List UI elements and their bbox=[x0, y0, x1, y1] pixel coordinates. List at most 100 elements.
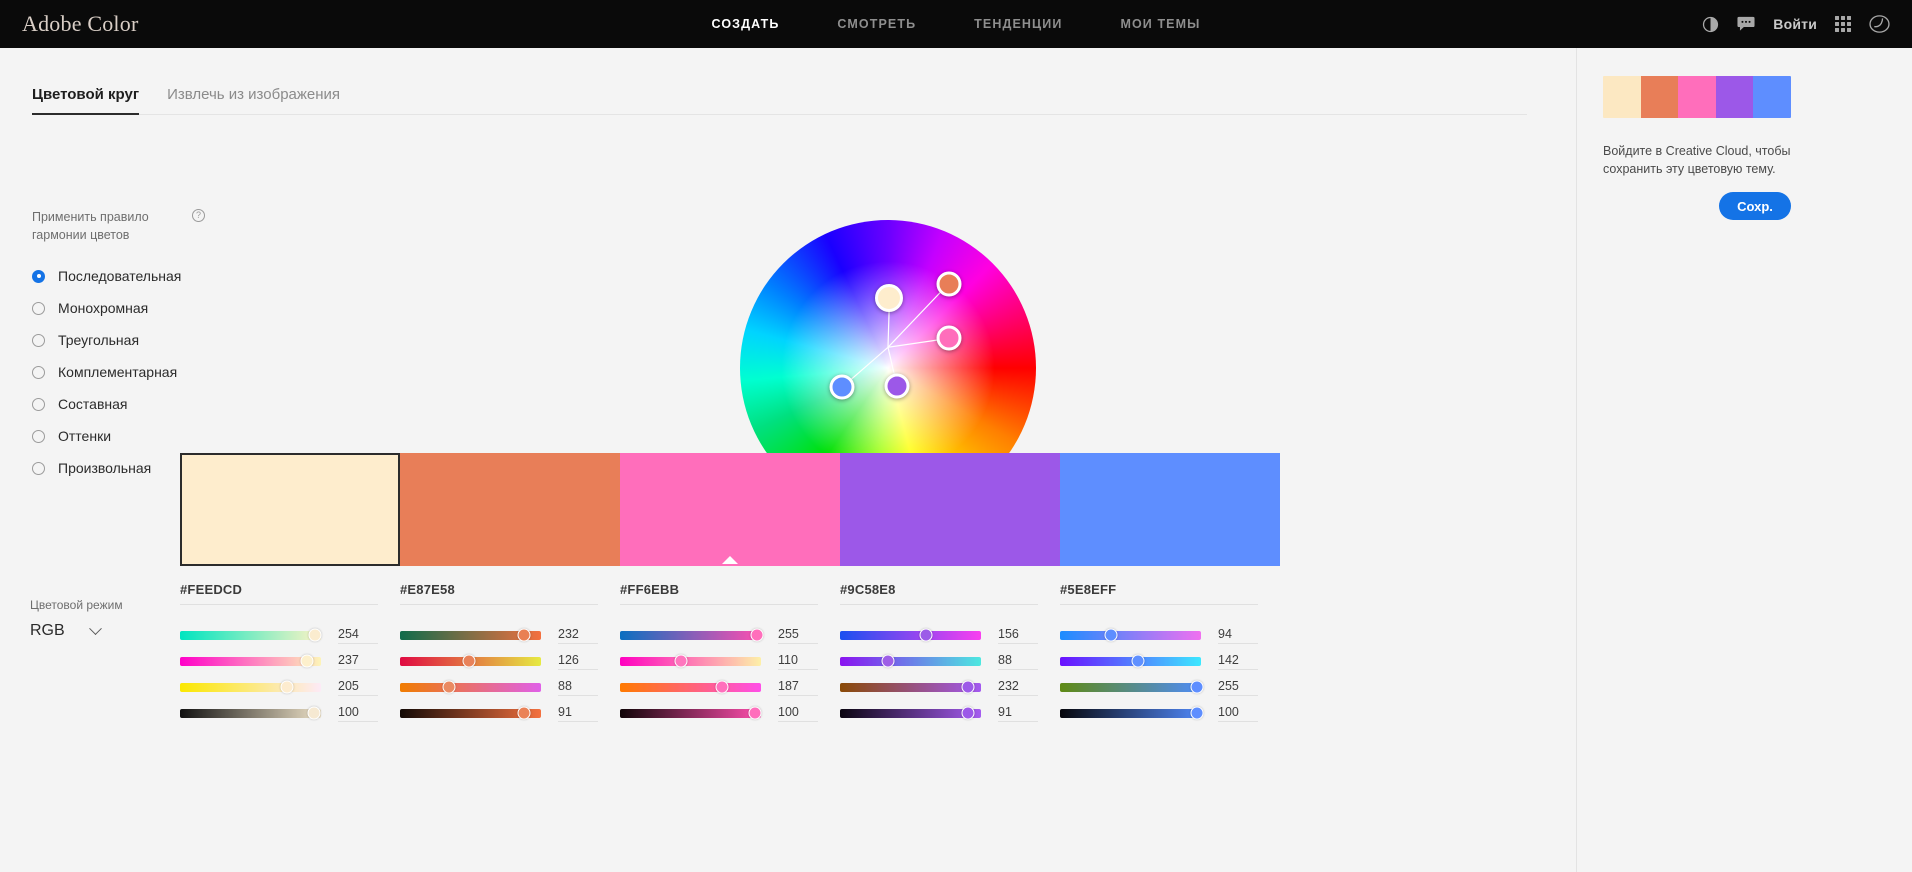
slider-track[interactable] bbox=[620, 680, 761, 694]
slider-value-field[interactable]: 205 bbox=[338, 679, 378, 696]
slider-knob[interactable] bbox=[674, 654, 688, 668]
slider-knob[interactable] bbox=[1190, 706, 1204, 720]
radio-button[interactable] bbox=[32, 461, 45, 475]
slider-knob[interactable] bbox=[308, 628, 322, 642]
hex-value-field[interactable]: #FF6EBB bbox=[620, 582, 818, 605]
slider-knob[interactable] bbox=[300, 654, 314, 668]
slider-track[interactable] bbox=[180, 654, 321, 668]
slider-knob[interactable] bbox=[307, 706, 321, 720]
slider-track[interactable] bbox=[840, 654, 981, 668]
radio-button[interactable] bbox=[32, 429, 45, 443]
slider-knob[interactable] bbox=[517, 628, 531, 642]
radio-button[interactable] bbox=[32, 333, 45, 347]
slider-knob[interactable] bbox=[462, 654, 476, 668]
slider-track[interactable] bbox=[400, 654, 541, 668]
slider-value-field[interactable]: 88 bbox=[558, 679, 598, 696]
slider-value-field[interactable]: 88 bbox=[998, 653, 1038, 670]
slider-track[interactable] bbox=[1060, 654, 1201, 668]
slider-track[interactable] bbox=[620, 706, 762, 720]
slider-knob[interactable] bbox=[517, 706, 531, 720]
color-swatch-0[interactable] bbox=[180, 453, 400, 566]
slider-value-field[interactable]: 255 bbox=[778, 627, 818, 644]
theme-preview-swatch-2[interactable] bbox=[1678, 76, 1716, 118]
color-swatch-1[interactable] bbox=[400, 453, 620, 566]
slider-knob[interactable] bbox=[1104, 628, 1118, 642]
slider-knob[interactable] bbox=[442, 680, 456, 694]
slider-value-field[interactable]: 254 bbox=[338, 627, 378, 644]
slider-value-field[interactable]: 91 bbox=[558, 705, 598, 722]
slider-value-field[interactable]: 156 bbox=[998, 627, 1038, 644]
harmony-rule-3[interactable]: Комплементарная bbox=[32, 356, 272, 388]
slider-value-field[interactable]: 187 bbox=[778, 679, 818, 696]
harmony-rule-0[interactable]: Последовательная bbox=[32, 260, 272, 292]
speech-bubble-icon[interactable] bbox=[1737, 16, 1755, 32]
slider-knob[interactable] bbox=[961, 706, 975, 720]
wheel-marker-3[interactable] bbox=[936, 325, 962, 351]
radio-button[interactable] bbox=[32, 269, 45, 283]
nav-item-0[interactable]: СОЗДАТЬ bbox=[712, 17, 780, 31]
slider-value-field[interactable]: 110 bbox=[778, 653, 818, 670]
hex-value-field[interactable]: #5E8EFF bbox=[1060, 582, 1258, 605]
harmony-rule-5[interactable]: Оттенки bbox=[32, 420, 272, 452]
slider-track[interactable] bbox=[400, 680, 541, 694]
slider-track[interactable] bbox=[180, 706, 321, 720]
harmony-rule-4[interactable]: Составная bbox=[32, 388, 272, 420]
tab-0[interactable]: Цветовой круг bbox=[32, 86, 140, 115]
slider-track[interactable] bbox=[840, 680, 981, 694]
harmony-rule-1[interactable]: Монохромная bbox=[32, 292, 272, 324]
slider-value-field[interactable]: 255 bbox=[1218, 679, 1258, 696]
slider-track[interactable] bbox=[1060, 706, 1204, 720]
slider-value-field[interactable]: 142 bbox=[1218, 653, 1258, 670]
contrast-icon[interactable] bbox=[1702, 16, 1719, 33]
slider-value-field[interactable]: 94 bbox=[1218, 627, 1258, 644]
nav-item-3[interactable]: МОИ ТЕМЫ bbox=[1120, 17, 1200, 31]
slider-knob[interactable] bbox=[1131, 654, 1145, 668]
slider-value-field[interactable]: 100 bbox=[1218, 705, 1258, 722]
slider-knob[interactable] bbox=[715, 680, 729, 694]
slider-knob[interactable] bbox=[961, 680, 975, 694]
wheel-marker-5[interactable] bbox=[829, 374, 855, 400]
hex-value-field[interactable]: #FEEDCD bbox=[180, 582, 378, 605]
hex-value-field[interactable]: #9C58E8 bbox=[840, 582, 1038, 605]
slider-track[interactable] bbox=[180, 680, 321, 694]
theme-preview-swatch-0[interactable] bbox=[1603, 76, 1641, 118]
slider-track[interactable] bbox=[1060, 628, 1201, 642]
slider-value-field[interactable]: 126 bbox=[558, 653, 598, 670]
slider-value-field[interactable]: 100 bbox=[338, 705, 378, 722]
slider-knob[interactable] bbox=[1190, 680, 1204, 694]
radio-button[interactable] bbox=[32, 301, 45, 315]
slider-value-field[interactable]: 232 bbox=[998, 679, 1038, 696]
slider-value-field[interactable]: 232 bbox=[558, 627, 598, 644]
slider-knob[interactable] bbox=[919, 628, 933, 642]
slider-track[interactable] bbox=[620, 628, 764, 642]
app-grid-icon[interactable] bbox=[1835, 16, 1851, 32]
radio-button[interactable] bbox=[32, 397, 45, 411]
slider-knob[interactable] bbox=[881, 654, 895, 668]
wheel-marker-4[interactable] bbox=[884, 373, 910, 399]
slider-knob[interactable] bbox=[280, 680, 294, 694]
slider-value-field[interactable]: 100 bbox=[778, 705, 818, 722]
theme-preview-swatch-1[interactable] bbox=[1640, 76, 1679, 118]
slider-value-field[interactable]: 91 bbox=[998, 705, 1038, 722]
slider-track[interactable] bbox=[840, 706, 981, 720]
harmony-rule-2[interactable]: Треугольная bbox=[32, 324, 272, 356]
tab-1[interactable]: Извлечь из изображения bbox=[167, 86, 340, 114]
color-swatch-3[interactable] bbox=[840, 453, 1060, 566]
slider-track[interactable] bbox=[620, 654, 761, 668]
app-logo[interactable]: Adobe Color bbox=[22, 11, 138, 37]
help-icon[interactable]: ? bbox=[192, 209, 205, 222]
nav-item-1[interactable]: СМОТРЕТЬ bbox=[837, 17, 916, 31]
slider-track[interactable] bbox=[180, 628, 322, 642]
signin-button[interactable]: Войти bbox=[1773, 16, 1817, 32]
slider-knob[interactable] bbox=[748, 706, 762, 720]
theme-preview-strip[interactable] bbox=[1603, 76, 1791, 118]
save-button[interactable]: Сохр. bbox=[1719, 192, 1791, 220]
creative-cloud-icon[interactable] bbox=[1869, 15, 1890, 33]
color-swatch-2[interactable] bbox=[620, 453, 840, 566]
wheel-marker-2[interactable] bbox=[936, 271, 962, 297]
slider-track[interactable] bbox=[400, 706, 541, 720]
slider-knob[interactable] bbox=[750, 628, 764, 642]
slider-track[interactable] bbox=[840, 628, 981, 642]
slider-value-field[interactable]: 237 bbox=[338, 653, 378, 670]
color-mode-select[interactable]: RGB bbox=[30, 621, 180, 640]
